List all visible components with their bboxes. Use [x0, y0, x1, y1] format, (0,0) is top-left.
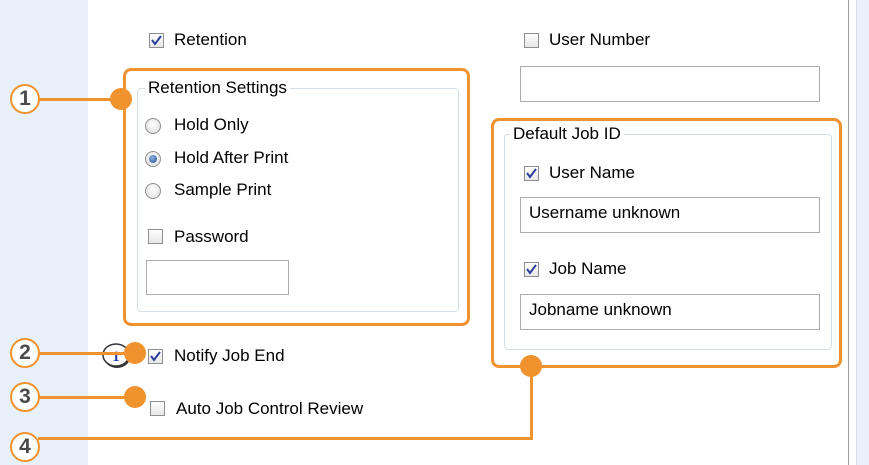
user-number-checkbox[interactable]	[524, 33, 539, 48]
callout-frame-4	[491, 118, 842, 368]
notify-job-end-label: Notify Job End	[174, 346, 285, 365]
retention-checkbox[interactable]	[149, 33, 164, 48]
callout-dot-3	[124, 386, 146, 408]
callout-badge-2: 2	[10, 338, 40, 368]
callout-badge-1: 1	[10, 84, 40, 114]
divider	[856, 0, 857, 465]
callout-leader-4	[38, 437, 533, 440]
divider	[848, 0, 849, 465]
auto-job-control-review-checkbox[interactable]	[150, 401, 165, 416]
callout-frame-1	[123, 68, 470, 326]
callout-dot-4	[520, 355, 542, 377]
callout-leader-2	[38, 352, 138, 355]
callout-dot-2	[124, 342, 146, 364]
notify-job-end-checkbox[interactable]	[148, 349, 163, 364]
callout-badge-3: 3	[10, 382, 40, 412]
callout-badge-4: 4	[10, 432, 40, 462]
callout-leader-3	[38, 396, 138, 399]
user-number-field[interactable]	[520, 66, 820, 102]
checkmark-icon	[151, 35, 162, 46]
auto-job-control-review-label: Auto Job Control Review	[176, 399, 364, 418]
user-number-label: User Number	[549, 30, 651, 49]
callout-leader-4	[530, 366, 533, 440]
callout-dot-1	[110, 88, 132, 110]
checkmark-icon	[150, 351, 161, 362]
retention-label: Retention	[174, 30, 247, 49]
